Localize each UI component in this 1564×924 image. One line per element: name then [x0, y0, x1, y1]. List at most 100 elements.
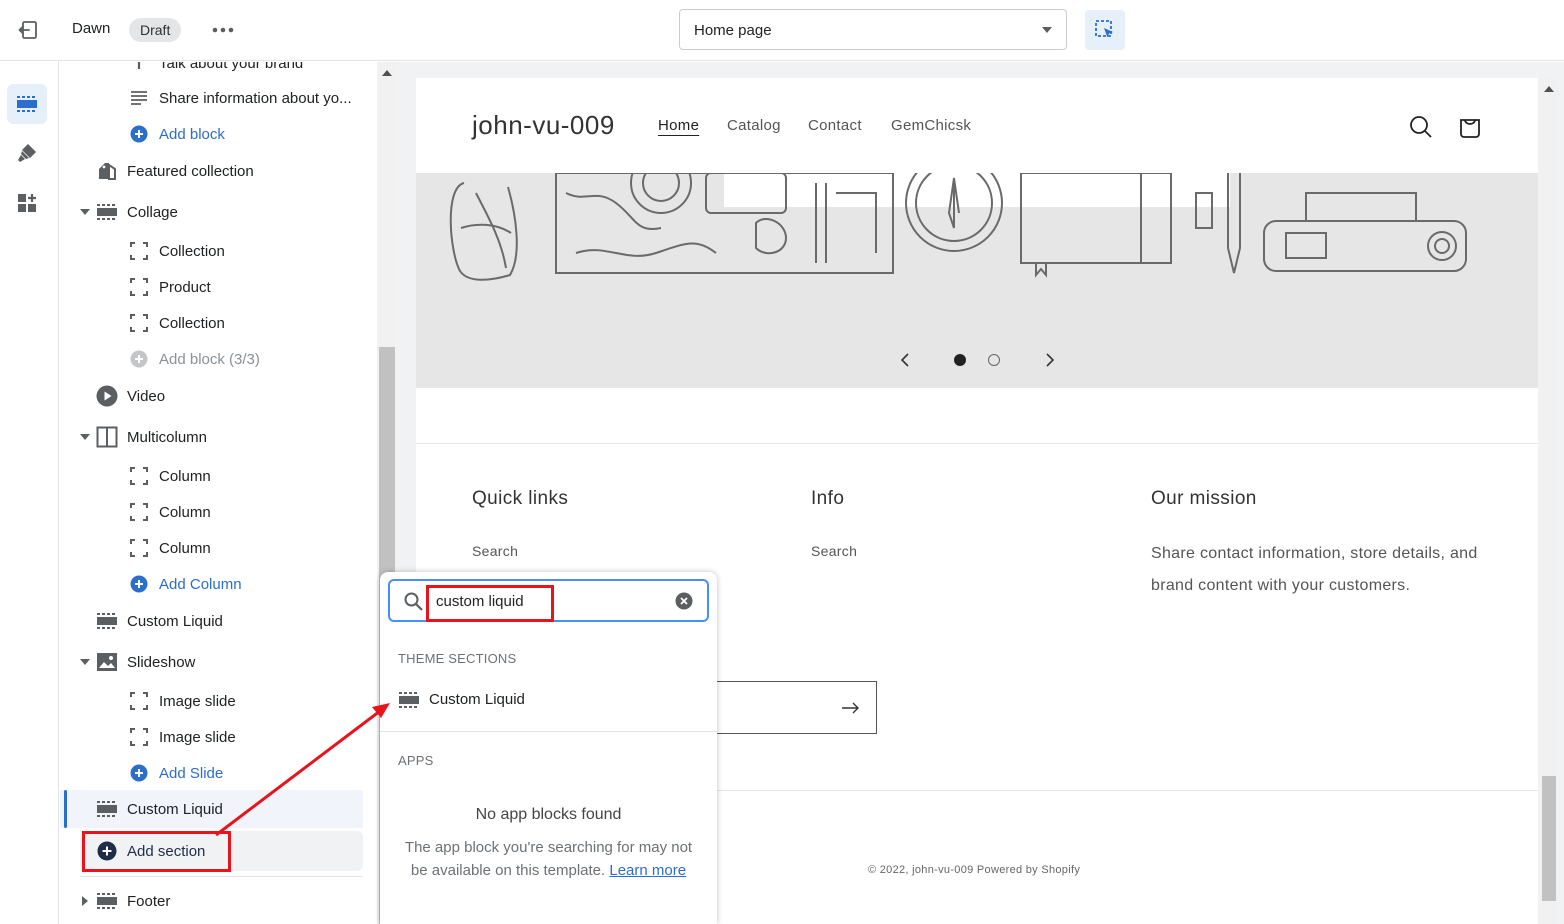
section-label: Footer [127, 892, 171, 910]
search-icon [404, 592, 423, 616]
caret-right-icon[interactable] [79, 895, 91, 907]
select-cursor-icon [1095, 20, 1113, 38]
sections-nav-button[interactable] [7, 84, 47, 124]
inspector-toggle-button[interactable] [1085, 10, 1125, 50]
slide-dot[interactable] [988, 354, 1000, 366]
scroll-up-arrow-icon[interactable] [382, 70, 392, 76]
more-actions-button[interactable] [206, 14, 240, 46]
tag-icon [96, 160, 118, 182]
section-label: Video [127, 387, 166, 405]
block-item-label: Collection [159, 314, 225, 332]
section-label: Custom Liquid [127, 800, 223, 818]
footer-link-search[interactable]: Search [472, 543, 518, 559]
plus-circle-icon [128, 348, 150, 370]
block-item[interactable]: Talk about your brand [60, 62, 376, 81]
block-item-label: Image slide [159, 728, 236, 746]
divider [416, 443, 1538, 444]
exit-icon [18, 21, 37, 39]
search-result-custom-liquid[interactable]: Custom Liquid [380, 682, 717, 718]
block-item[interactable]: Collection [60, 233, 376, 269]
empty-state-description: The app block you're searching for may n… [402, 836, 695, 882]
section-item-featured-collection[interactable]: Featured collection [60, 153, 376, 189]
dashed-square-icon [128, 501, 150, 523]
section-layout-icon [96, 798, 118, 820]
exit-editor-button[interactable] [10, 12, 46, 48]
block-item-label: Image slide [159, 692, 236, 710]
block-item[interactable]: Column [60, 494, 376, 530]
hero-illustration [449, 173, 1467, 281]
image-icon [96, 651, 118, 673]
add-slide-button[interactable]: Add Slide [60, 755, 376, 791]
newsletter-email-field[interactable] [716, 681, 877, 734]
caret-down-icon[interactable] [79, 206, 91, 218]
add-block-button-disabled: Add block (3/3) [60, 341, 376, 377]
search-result-label: Custom Liquid [429, 691, 525, 708]
slide-dot-active[interactable] [954, 354, 966, 366]
section-item-custom-liquid-selected[interactable]: Custom Liquid [60, 790, 363, 828]
annotation-highlight-add-section [82, 831, 231, 872]
theme-sections-heading: THEME SECTIONS [398, 651, 517, 666]
block-item[interactable]: Image slide [60, 719, 376, 755]
nav-catalog[interactable]: Catalog [727, 117, 781, 134]
section-item-collage[interactable]: Collage [60, 194, 376, 230]
clear-search-icon[interactable] [675, 592, 693, 615]
theme-name: Dawn [72, 20, 111, 37]
store-header: john-vu-009 Home Catalog Contact GemChic… [416, 78, 1538, 173]
nav-gemchicsk[interactable]: GemChicsk [891, 117, 971, 134]
play-circle-icon [96, 385, 118, 407]
columns-icon [96, 426, 118, 448]
preview-scrollbar[interactable] [1540, 78, 1558, 924]
block-item[interactable]: Share information about yo... [60, 80, 376, 116]
block-item-label: Column [159, 503, 211, 521]
footer-link-search[interactable]: Search [811, 543, 857, 559]
add-block-label: Add block (3/3) [159, 350, 260, 368]
caret-down-icon[interactable] [79, 431, 91, 443]
section-item-custom-liquid[interactable]: Custom Liquid [60, 603, 376, 639]
footer-heading-quick-links: Quick links [472, 488, 569, 509]
block-item[interactable]: Column [60, 458, 376, 494]
apps-heading: APPS [398, 753, 434, 768]
section-layout-icon [398, 691, 420, 714]
block-item[interactable]: Image slide [60, 683, 376, 719]
section-item-video[interactable]: Video [60, 378, 376, 414]
scroll-up-arrow-icon[interactable] [1544, 86, 1554, 92]
section-label: Custom Liquid [127, 612, 223, 630]
learn-more-link[interactable]: Learn more [609, 862, 686, 879]
section-label: Collage [127, 203, 178, 221]
page-select[interactable]: Home page [679, 9, 1067, 50]
scrollbar-thumb[interactable] [1542, 776, 1556, 901]
footer-mission-text: Share contact information, store details… [1151, 545, 1478, 594]
apps-icon [18, 194, 36, 212]
apps-nav-button[interactable] [7, 183, 47, 223]
add-block-button[interactable]: Add block [60, 116, 376, 152]
chevron-right-icon[interactable] [1046, 353, 1055, 372]
block-item[interactable]: Collection [60, 305, 376, 341]
status-badge: Draft [129, 18, 182, 42]
block-item[interactable]: Column [60, 530, 376, 566]
section-label: Multicolumn [127, 428, 208, 446]
divider [716, 790, 1538, 791]
theme-settings-button[interactable] [7, 133, 47, 173]
plus-circle-icon [128, 762, 150, 784]
cart-icon[interactable] [1458, 113, 1482, 144]
section-label: Featured collection [127, 162, 254, 180]
plus-circle-icon [128, 573, 150, 595]
search-icon[interactable] [1409, 115, 1433, 144]
dashed-square-icon [128, 465, 150, 487]
section-item-multicolumn[interactable]: Multicolumn [60, 419, 376, 455]
block-item[interactable]: Product [60, 269, 376, 305]
nav-contact[interactable]: Contact [808, 117, 862, 134]
caret-down-icon[interactable] [79, 656, 91, 668]
nav-home[interactable]: Home [658, 117, 699, 134]
add-column-button[interactable]: Add Column [60, 566, 376, 602]
chevron-left-icon[interactable] [900, 353, 909, 372]
section-item-footer[interactable]: Footer [60, 883, 376, 919]
block-item-label: Product [159, 278, 211, 296]
arrow-right-icon[interactable] [842, 701, 860, 719]
section-item-slideshow[interactable]: Slideshow [60, 644, 376, 680]
store-logo[interactable]: john-vu-009 [472, 110, 615, 141]
dashed-square-icon [128, 276, 150, 298]
slideshow-hero [416, 173, 1538, 388]
paintbrush-icon [18, 144, 36, 162]
page-select-value: Home page [694, 22, 772, 39]
